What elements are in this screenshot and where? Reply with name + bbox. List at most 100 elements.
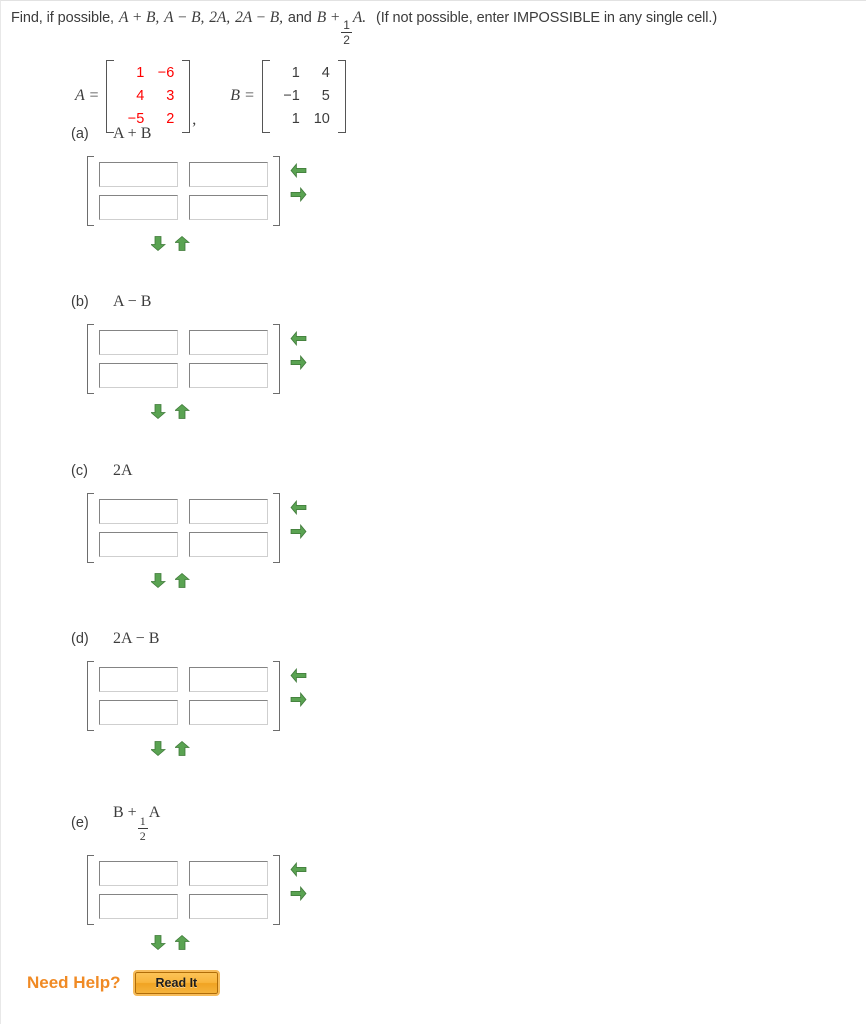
- answer-right-bracket: [273, 661, 280, 731]
- add-row-arrow-icon[interactable]: [149, 572, 167, 589]
- answer-row: [99, 499, 268, 524]
- remove-column-arrow-icon[interactable]: [290, 667, 307, 684]
- prompt-expr-1: A + B,: [118, 9, 160, 26]
- answer-grid: [94, 324, 273, 394]
- matrix-b-row: −1 5: [274, 85, 334, 108]
- answer-left-bracket: [87, 324, 94, 394]
- read-it-button[interactable]: Read It: [132, 970, 221, 996]
- add-column-arrow-icon[interactable]: [290, 523, 307, 540]
- answer-cell-r2c1[interactable]: [99, 893, 178, 919]
- prompt-expr-5-post: A.: [352, 9, 367, 26]
- answer-cell-r1c1[interactable]: [99, 860, 178, 886]
- part-b: (b) A − B: [1, 293, 307, 420]
- answer-cell-r2c2[interactable]: [189, 363, 268, 388]
- answer-right-bracket: [273, 156, 280, 226]
- column-controls: [290, 156, 307, 203]
- part-expression: A − B: [113, 293, 152, 310]
- one-half-fraction: 12: [137, 813, 148, 843]
- add-row-arrow-icon[interactable]: [149, 403, 167, 420]
- answer-cell-r1c2[interactable]: [189, 499, 268, 524]
- answer-area: [1, 156, 307, 252]
- part-expression: A + B: [113, 125, 152, 142]
- answer-grid: [94, 855, 273, 925]
- answer-matrix: [87, 854, 280, 925]
- remove-row-arrow-icon[interactable]: [173, 235, 191, 252]
- prompt-expr-5-pre: B +: [316, 9, 341, 26]
- answer-cell-r2c1[interactable]: [99, 700, 178, 725]
- remove-row-arrow-icon[interactable]: [173, 934, 191, 951]
- fraction-denominator: 2: [341, 31, 352, 47]
- answer-cell-r1c1[interactable]: [99, 330, 178, 355]
- row-controls: [149, 934, 191, 951]
- answer-cell-r2c2[interactable]: [189, 532, 268, 557]
- answer-row: [99, 700, 268, 725]
- fraction-denominator: 2: [137, 827, 148, 843]
- answer-grid: [94, 156, 273, 226]
- answer-area: [1, 854, 307, 950]
- part-heading: (a) A + B: [1, 125, 307, 143]
- answer-matrix: [87, 493, 280, 563]
- answer-row: [99, 330, 268, 355]
- answer-cell-r1c1[interactable]: [99, 499, 178, 524]
- answer-row: [99, 860, 268, 886]
- answer-cell-r2c2[interactable]: [189, 893, 268, 919]
- add-row-arrow-icon[interactable]: [149, 934, 167, 951]
- remove-column-arrow-icon[interactable]: [290, 861, 307, 877]
- fraction-numerator: 1: [139, 813, 146, 828]
- part-expression-post: A: [148, 804, 161, 821]
- column-controls: [290, 324, 307, 371]
- matrix-a-cell: 4: [136, 87, 145, 104]
- remove-row-arrow-icon[interactable]: [173, 572, 191, 589]
- answer-right-bracket: [273, 324, 280, 394]
- answer-cell-r1c2[interactable]: [189, 860, 268, 886]
- matrix-a-cell: 3: [166, 87, 175, 104]
- answer-row: [99, 893, 268, 919]
- part-heading: (c) 2A: [1, 462, 307, 480]
- add-column-arrow-icon[interactable]: [290, 354, 307, 371]
- answer-cell-r1c1[interactable]: [99, 162, 178, 187]
- part-expression: B +1 2 A: [113, 804, 160, 842]
- part-c: (c) 2A: [1, 462, 307, 589]
- add-column-arrow-icon[interactable]: [290, 885, 307, 901]
- answer-cell-r1c2[interactable]: [189, 330, 268, 355]
- row-controls: [149, 235, 191, 252]
- answer-left-bracket: [87, 661, 94, 731]
- add-row-arrow-icon[interactable]: [149, 235, 167, 252]
- column-controls: [290, 855, 307, 901]
- answer-right-bracket: [273, 493, 280, 563]
- add-column-arrow-icon[interactable]: [290, 691, 307, 708]
- answer-left-bracket: [87, 493, 94, 563]
- answer-cell-r1c2[interactable]: [189, 162, 268, 187]
- answer-cell-r2c1[interactable]: [99, 532, 178, 557]
- remove-row-arrow-icon[interactable]: [173, 740, 191, 757]
- answer-area: [1, 493, 307, 589]
- one-half-fraction: 12: [341, 19, 352, 46]
- remove-column-arrow-icon[interactable]: [290, 162, 307, 179]
- answer-matrix: [87, 324, 280, 394]
- answer-area: [1, 661, 307, 757]
- answer-area: [1, 324, 307, 420]
- remove-column-arrow-icon[interactable]: [290, 330, 307, 347]
- answer-cell-r2c2[interactable]: [189, 700, 268, 725]
- add-row-arrow-icon[interactable]: [149, 740, 167, 757]
- add-column-arrow-icon[interactable]: [290, 186, 307, 203]
- part-expression-pre: B +: [113, 804, 137, 821]
- part-heading: (b) A − B: [1, 293, 307, 311]
- remove-row-arrow-icon[interactable]: [173, 403, 191, 420]
- answer-row: [99, 195, 268, 220]
- fraction-numerator: 1: [343, 17, 350, 32]
- answer-cell-r1c2[interactable]: [189, 667, 268, 692]
- matrix-a-rows: 1 −6 4 3 −5 2: [114, 60, 182, 133]
- part-tag: (d): [71, 631, 89, 647]
- answer-cell-r2c1[interactable]: [99, 363, 178, 388]
- answer-cell-r2c2[interactable]: [189, 195, 268, 220]
- matrix-b-label: B =: [230, 87, 255, 105]
- part-tag: (b): [71, 294, 89, 310]
- matrix-a-row: 4 3: [118, 85, 178, 108]
- remove-column-arrow-icon[interactable]: [290, 499, 307, 516]
- answer-cell-r1c1[interactable]: [99, 667, 178, 692]
- answer-cell-r2c1[interactable]: [99, 195, 178, 220]
- part-tag: (c): [71, 463, 88, 479]
- matrix-a: 1 −6 4 3 −5 2: [106, 59, 191, 133]
- matrix-b-row: 1 4: [274, 62, 334, 85]
